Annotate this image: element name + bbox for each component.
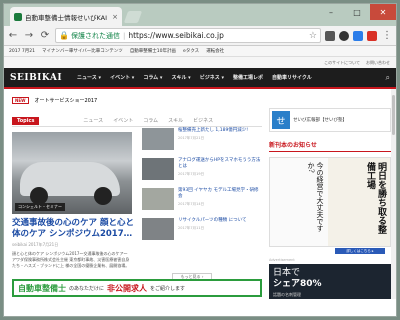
featured-desc: 顔と心と体のケア シンポジウム2017～交通事故後の心のケア～ アワダ保険事務所… [12, 251, 130, 268]
job-banner[interactable]: 自動車整備士 のあなただけに 非公開求人 をご紹介します [12, 279, 262, 297]
close-window-button[interactable]: ✕ [370, 4, 396, 20]
sidebar-ad-text: せいび広報部【せいび塾】 [293, 118, 347, 123]
ticker-text[interactable]: オートサービスショー2017 [35, 97, 98, 104]
sidebar-ad[interactable]: せ せいび広報部【せいび塾】 [269, 108, 391, 132]
ticker-label: NEW [12, 96, 29, 104]
back-arrow-icon[interactable]: ← [7, 30, 19, 41]
address-bar[interactable]: 🔒 保護された通信 | https://www.seibikai.co.jp ☆ [55, 28, 321, 43]
list-item[interactable]: リサイクルパーツの種類 について 2017年7月11日 [142, 218, 262, 245]
nav-news[interactable]: ニュース ▾ [77, 74, 101, 81]
site-logo[interactable]: SEIBIKAI [10, 73, 62, 83]
tab-title: 自動車整備士情報せいびKAI [25, 13, 108, 22]
minimize-button[interactable]: – [318, 4, 344, 20]
bookmark-item[interactable]: 2017 7月21 [9, 48, 35, 54]
menu-dots-icon[interactable]: ⋮ [381, 30, 393, 41]
page-content: NEW オートサービスショー2017 Topics ニュース イベント コラム … [4, 89, 396, 299]
book-right-text: 明日を勝ち取る整備工場 [328, 158, 390, 246]
seibi-logo-icon: せ [272, 111, 290, 129]
list-item[interactable]: 第93回 イヤヤカ モデル工場見学・研修会 2017年7月14日 [142, 188, 262, 215]
extension-red-icon[interactable] [367, 30, 377, 41]
maximize-button[interactable]: □ [344, 4, 370, 20]
browser-toolbar: ← → ⟳ 🔒 保護された通信 | https://www.seibikai.c… [4, 26, 396, 46]
bookmarks-bar: 2017 7月21 マイナンバー車サイバー比車コンテンツ 自動車整備士10年計画… [4, 46, 396, 57]
extension-dark-icon[interactable] [339, 30, 349, 41]
reload-icon[interactable]: ⟳ [39, 30, 51, 41]
scrollbar-thumb[interactable] [392, 95, 395, 135]
featured-tag: コンシェルト・セミナー [15, 203, 65, 211]
list-item[interactable]: アナログ運送からHPをスマホモうう方法とは 2017年7月19日 [142, 158, 262, 185]
book-left-text: 今の経営で大丈夫ですか? [270, 158, 328, 246]
article-list: 桜整備売上新たし 1,189億円減少! 2017年7月21日 アナログ運送からHP… [142, 128, 262, 248]
nav-skill[interactable]: スキル ▾ [171, 74, 190, 81]
bookmark-item[interactable]: 自動車整備士10年計画 [130, 48, 176, 54]
site-utility-bar: このサイトについて お問い合わせ [4, 57, 396, 68]
ad-label: Advertisement [269, 258, 295, 262]
sidebar: せ せいび広報部【せいび塾】 新刊本のお知らせ 今の経営で大丈夫ですか? 明日を… [269, 89, 391, 299]
tab-events[interactable]: イベント [113, 117, 133, 124]
lock-icon: 🔒 [59, 31, 69, 40]
nav-column[interactable]: コラム ▾ [143, 74, 162, 81]
site-nav: SEIBIKAI ニュース ▾ イベント ▾ コラム ▾ スキル ▾ ビジネス … [4, 68, 396, 87]
bookmark-star-icon[interactable]: ☆ [309, 31, 317, 41]
business-card-ad[interactable]: 日本で シェア80% 話題の名刺管理 [269, 264, 391, 299]
new-tab-button[interactable] [123, 11, 143, 23]
article-thumb [142, 188, 174, 210]
category-tabs: Topics ニュース イベント コラム スキル ビジネス [12, 115, 262, 127]
book-detail-button[interactable]: 詳しくはこちら ▸ [335, 248, 385, 254]
list-item[interactable]: 桜整備売上新たし 1,189億円減少! 2017年7月21日 [142, 128, 262, 155]
extension-blue-icon[interactable] [353, 30, 363, 41]
about-link[interactable]: このサイトについて [324, 60, 360, 66]
featured-image[interactable]: コンシェルト・セミナー [12, 132, 132, 214]
url-text: https://www.seibikai.co.jp [128, 31, 224, 40]
bookmark-item[interactable]: マイナンバー車サイバー比車コンテンツ [42, 48, 123, 54]
search-icon[interactable]: ⌕ [386, 73, 390, 83]
tab-topics[interactable]: Topics [12, 116, 40, 125]
nav-recycle[interactable]: 自動車リサイクル [272, 74, 312, 81]
extension-cast-icon[interactable] [325, 30, 335, 41]
tab-business[interactable]: ビジネス [193, 117, 213, 124]
nav-events[interactable]: イベント ▾ [110, 74, 134, 81]
news-ticker: NEW オートサービスショー2017 [12, 95, 262, 105]
browser-tab[interactable]: 自動車整備士情報せいびKAI × [10, 7, 122, 26]
tab-column[interactable]: コラム [143, 117, 158, 124]
book-banner[interactable]: 今の経営で大丈夫ですか? 明日を勝ち取る整備工場 [269, 157, 391, 247]
contact-link[interactable]: お問い合わせ [366, 60, 390, 66]
article-thumb [142, 218, 174, 240]
tab-news[interactable]: ニュース [83, 117, 103, 124]
favicon-icon [14, 12, 22, 21]
bookmark-item[interactable]: eタクス [183, 48, 199, 54]
tab-strip: 自動車整備士情報せいびKAI × – □ ✕ [4, 4, 396, 26]
new-book-heading: 新刊本のお知らせ [269, 140, 391, 152]
nav-business[interactable]: ビジネス ▾ [200, 74, 224, 81]
window-controls: – □ ✕ [318, 4, 396, 20]
secure-label: 保護された通信 [70, 31, 120, 40]
article-thumb [142, 128, 174, 150]
tab-close-icon[interactable]: × [112, 13, 118, 21]
bookmark-item[interactable]: 運転会社 [206, 48, 224, 54]
featured-title[interactable]: 交通事故後の心のケア 顔と心と体のケア シンポジウム2017… [12, 218, 134, 240]
scrollbar[interactable] [391, 89, 396, 299]
article-thumb [142, 158, 174, 180]
forward-arrow-icon[interactable]: → [23, 30, 35, 41]
nav-garage-report[interactable]: 整備工場レポ [233, 74, 263, 81]
tab-skill[interactable]: スキル [168, 117, 183, 124]
main-column: NEW オートサービスショー2017 Topics ニュース イベント コラム … [12, 89, 262, 281]
browser-window: 自動車整備士情報せいびKAI × – □ ✕ ← → ⟳ 🔒 保護された通信 |… [3, 3, 397, 317]
